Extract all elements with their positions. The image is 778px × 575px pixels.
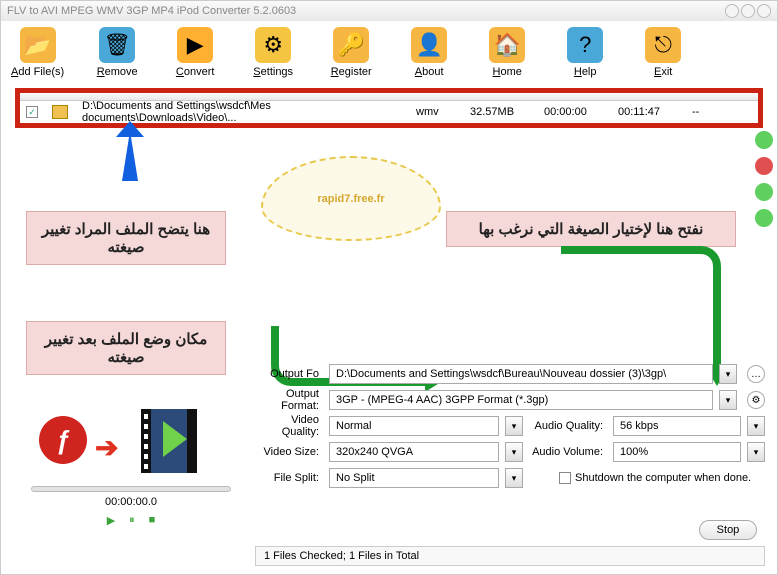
vs-dropdown-icon[interactable]: ▾ [505,442,523,462]
red-arrow-icon: ➔ [95,431,118,464]
folder-browse-button[interactable]: … [747,365,765,383]
play-button[interactable]: ▶ [107,514,115,527]
main-toolbar: 📂 Add File(s) 🗑 Remove ▶ Convert ⚙ Settings 🔑 Reg… [1,21,777,84]
toolbar-label: Exit [654,66,672,78]
toolbar-label: Settings [253,66,293,78]
remove-icon: 🗑 [99,27,135,63]
annotation-1: هنا يتضح الملف المراد تغيير صيغته [26,211,226,265]
vq-dropdown-icon[interactable]: ▾ [505,416,523,436]
stop-button[interactable]: ■ [149,514,156,527]
video-size-input[interactable]: 320x240 QVGA [329,442,499,462]
toolbar-label: Home [493,66,522,78]
titlebar: FLV to AVI MPEG WMV 3GP MP4 iPod Convert… [1,1,777,21]
exit-button[interactable]: ⎋ Exit [638,27,688,78]
file-split-input[interactable]: No Split [329,468,499,488]
shutdown-label: Shutdown the computer when done. [575,472,751,484]
add-dot-icon[interactable] [755,131,773,149]
shutdown-row: Shutdown the computer when done. [559,472,751,484]
video-quality-input[interactable]: Normal [329,416,499,436]
seek-bar[interactable] [31,486,231,492]
add-file-s--button[interactable]: 📂 Add File(s) [11,27,64,78]
output-folder-input[interactable]: D:\Documents and Settings\wsdcf\Bureau\N… [329,364,713,384]
remove-dot-icon[interactable] [755,157,773,175]
folder-dropdown-icon[interactable]: ▾ [719,364,737,384]
file-size: 32.57MB [470,106,530,118]
toolbar-label: Convert [176,66,215,78]
shutdown-checkbox[interactable] [559,472,571,484]
watermark-cloud: rapid7.free.fr [261,156,441,241]
file-duration: 00:11:47 [618,106,678,118]
convert-button[interactable]: ▶ Convert [170,27,220,78]
time-display: 00:00:00.0 [31,496,231,508]
pause-button[interactable]: ⏸ [129,514,135,527]
green-arrow-2 [561,246,721,376]
exit-icon: ⎋ [645,27,681,63]
up-dot-icon[interactable] [755,183,773,201]
format-dropdown-icon[interactable]: ▾ [719,390,737,410]
home-button[interactable]: 🏠 Home [482,27,532,78]
output-folder-label: Output Fo [251,368,323,380]
player-timeline: 00:00:00.0 ▶ ⏸ ■ [31,486,231,527]
settings-button[interactable]: ⚙ Settings [248,27,298,78]
audio-volume-input[interactable]: 100% [613,442,741,462]
stop-convert-button[interactable]: Stop [699,520,757,540]
about-button[interactable]: 👤 About [404,27,454,78]
file-dash: -- [692,106,699,118]
home-icon: 🏠 [489,27,525,63]
aq-dropdown-icon[interactable]: ▾ [747,416,765,436]
checkbox-icon[interactable]: ✓ [26,106,38,118]
about-icon: 👤 [411,27,447,63]
toolbar-label: Add File(s) [11,66,64,78]
maximize-button[interactable] [741,4,755,18]
audio-quality-label: Audio Quality: [529,420,607,432]
annotation-2: نفتح هنا لإختيار الصيغة التي نرغب بها [446,211,736,247]
window-title: FLV to AVI MPEG WMV 3GP MP4 iPod Convert… [7,5,296,17]
remove-button[interactable]: 🗑 Remove [92,27,142,78]
close-button[interactable] [757,4,771,18]
down-dot-icon[interactable] [755,209,773,227]
blue-arrow-annotation [122,131,138,181]
flash-icon: ƒ [39,416,87,464]
video-file-icon [52,105,68,119]
film-icon [141,409,197,473]
player-controls: ▶ ⏸ ■ [31,514,231,527]
watermark-text: rapid7.free.fr [317,193,384,205]
settings-panel: Output Fo D:\Documents and Settings\wsdc… [251,361,765,491]
register-icon: 🔑 [333,27,369,63]
toolbar-label: Remove [97,66,138,78]
toolbar-label: About [415,66,444,78]
status-bar: 1 Files Checked; 1 Files in Total [255,546,765,566]
toolbar-label: Register [331,66,372,78]
format-settings-button[interactable]: ⚙ [747,391,765,409]
add file(s)-icon: 📂 [20,27,56,63]
output-format-label: Output Format: [251,388,323,412]
annotation-3: مكان وضع الملف بعد تغيير صيغته [26,321,226,375]
video-size-label: Video Size: [251,446,323,458]
help-icon: ? [567,27,603,63]
minimize-button[interactable] [725,4,739,18]
av-dropdown-icon[interactable]: ▾ [747,442,765,462]
fs-dropdown-icon[interactable]: ▾ [505,468,523,488]
audio-volume-label: Audio Volume: [529,446,607,458]
convert-icon: ▶ [177,27,213,63]
settings-icon: ⚙ [255,27,291,63]
file-ext: wmv [416,106,456,118]
help-button[interactable]: ? Help [560,27,610,78]
audio-quality-input[interactable]: 56 kbps [613,416,741,436]
side-controls [755,131,773,227]
register-button[interactable]: 🔑 Register [326,27,376,78]
toolbar-label: Help [574,66,597,78]
file-row[interactable]: ✓ D:\Documents and Settings\wsdcf\Mes do… [20,101,758,123]
window-buttons [725,4,771,18]
file-start: 00:00:00 [544,106,604,118]
video-quality-label: Video Quality: [251,414,323,438]
output-format-input[interactable]: 3GP - (MPEG-4 AAC) 3GPP Format (*.3gp) [329,390,713,410]
file-split-label: File Split: [251,472,323,484]
